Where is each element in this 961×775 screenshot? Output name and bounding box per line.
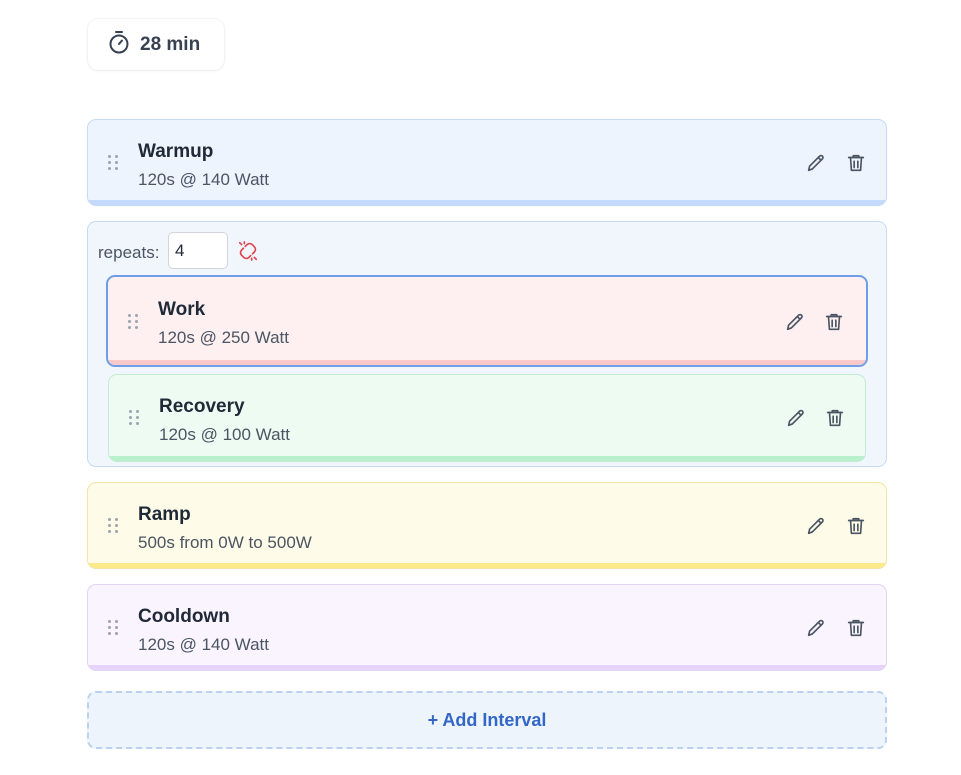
drag-handle-icon[interactable] <box>108 155 118 171</box>
edit-icon[interactable] <box>784 311 806 333</box>
interval-bar <box>88 200 886 205</box>
timer-icon <box>108 30 130 59</box>
interval-card-warmup[interactable]: Warmup 120s @ 140 Watt <box>87 119 887 206</box>
interval-bar <box>88 665 886 670</box>
edit-icon[interactable] <box>805 152 827 174</box>
interval-detail: 120s @ 140 Watt <box>138 170 269 189</box>
drag-handle-icon[interactable] <box>129 410 139 426</box>
interval-detail: 120s @ 250 Watt <box>158 328 289 347</box>
delete-icon[interactable] <box>845 515 867 537</box>
repeats-label: repeats: <box>98 243 160 262</box>
interval-detail: 120s @ 100 Watt <box>159 425 290 444</box>
interval-card-work[interactable]: Work 120s @ 250 Watt <box>106 275 868 367</box>
interval-bar <box>109 456 865 461</box>
total-duration: 28 min <box>140 33 201 55</box>
drag-handle-icon[interactable] <box>108 620 118 636</box>
drag-handle-icon[interactable] <box>108 518 118 534</box>
interval-title: Work <box>158 299 206 320</box>
repeat-group: repeats: Work 120s @ 250 Watt Recovery 1… <box>87 221 887 467</box>
interval-title: Ramp <box>138 504 191 525</box>
interval-card-cooldown[interactable]: Cooldown 120s @ 140 Watt <box>87 584 887 671</box>
interval-bar <box>88 563 886 568</box>
add-interval-button[interactable]: + Add Interval <box>87 691 887 749</box>
interval-card-ramp[interactable]: Ramp 500s from 0W to 500W <box>87 482 887 569</box>
duration-badge: 28 min <box>88 19 224 70</box>
delete-icon[interactable] <box>845 617 867 639</box>
interval-title: Cooldown <box>138 606 230 627</box>
interval-card-recovery[interactable]: Recovery 120s @ 100 Watt <box>108 374 866 462</box>
edit-icon[interactable] <box>805 515 827 537</box>
interval-title: Warmup <box>138 141 214 162</box>
unlink-icon[interactable] <box>237 240 259 262</box>
delete-icon[interactable] <box>845 152 867 174</box>
edit-icon[interactable] <box>785 407 807 429</box>
delete-icon[interactable] <box>823 311 845 333</box>
interval-title: Recovery <box>159 396 245 417</box>
interval-detail: 500s from 0W to 500W <box>138 533 312 552</box>
interval-bar <box>108 360 866 365</box>
edit-icon[interactable] <box>805 617 827 639</box>
delete-icon[interactable] <box>824 407 846 429</box>
interval-detail: 120s @ 140 Watt <box>138 635 269 654</box>
drag-handle-icon[interactable] <box>128 314 138 330</box>
repeats-input[interactable] <box>168 232 228 269</box>
